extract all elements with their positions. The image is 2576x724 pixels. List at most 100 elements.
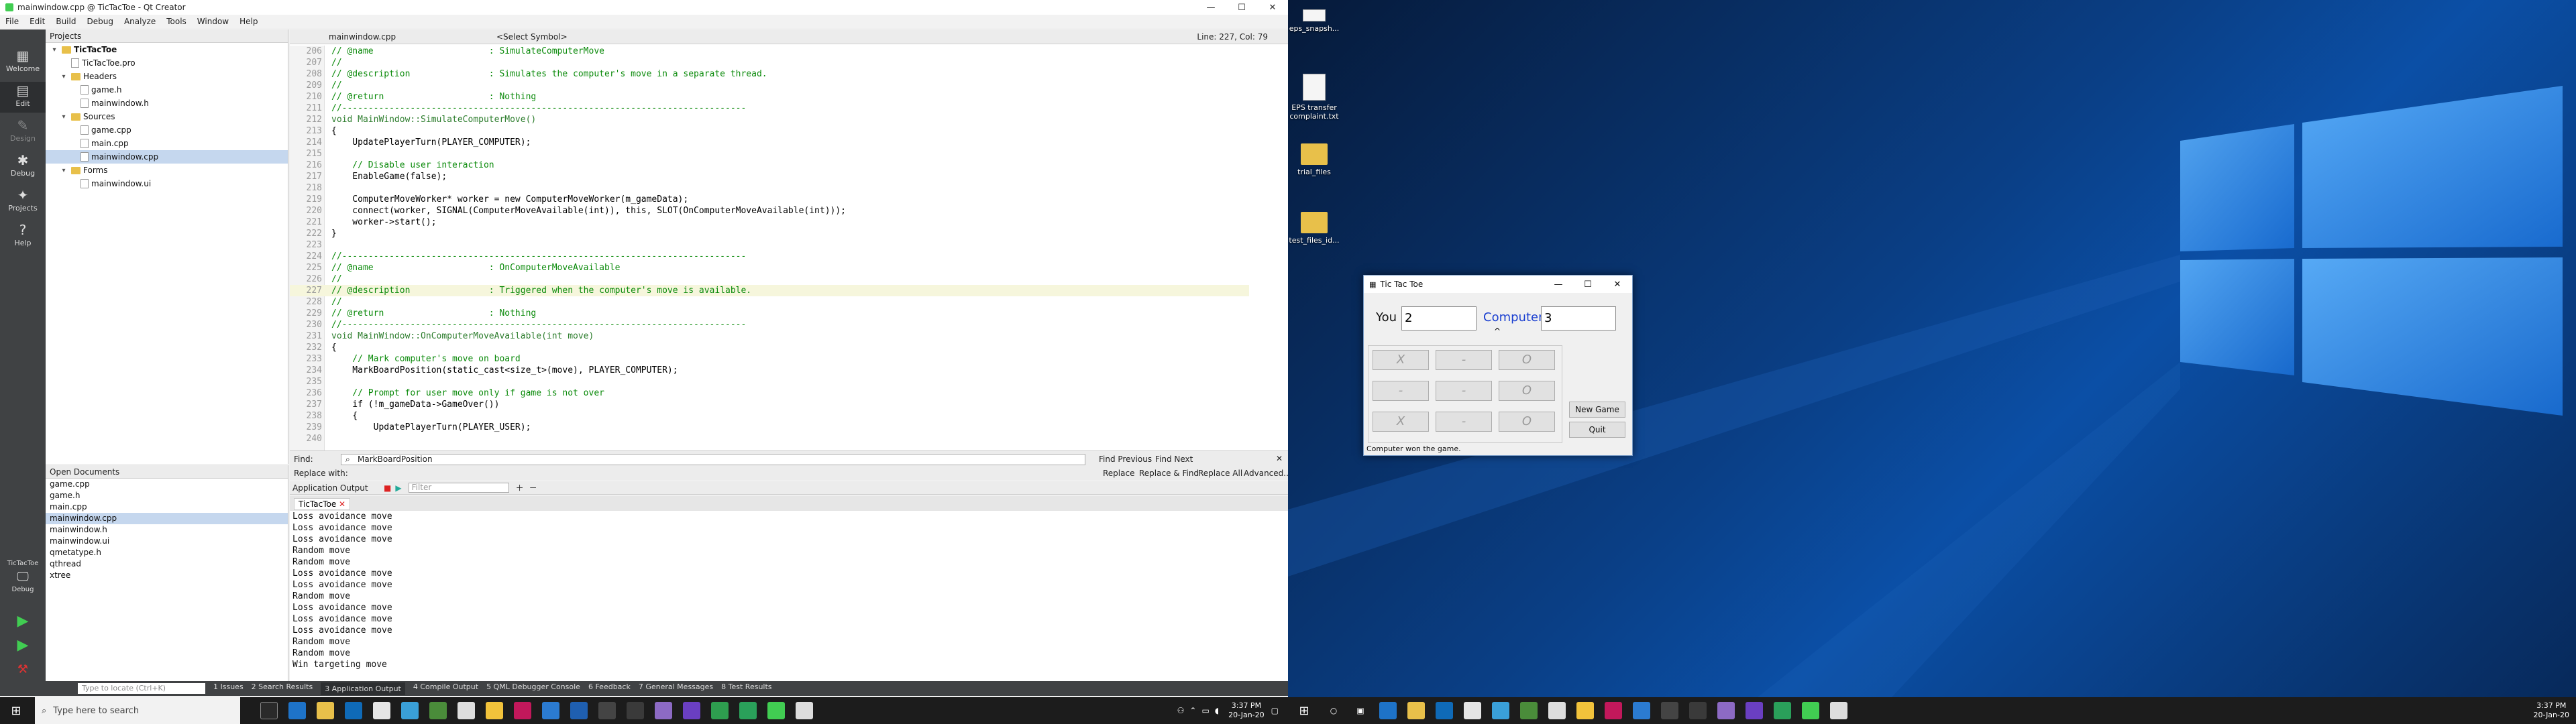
output-pane-tab[interactable]: 6 Feedback <box>588 682 631 695</box>
replace-find-button[interactable]: Replace & Find <box>1139 469 1199 478</box>
output-pane-tab[interactable]: 4 Compile Output <box>413 682 478 695</box>
advanced-button[interactable]: Advanced... <box>1244 469 1288 478</box>
tictactoe-app-icon[interactable] <box>1830 702 1847 719</box>
symbol-selector[interactable]: <Select Symbol> <box>496 32 631 42</box>
windows-start-icon[interactable]: ⊞ <box>1288 704 1320 718</box>
close-tab-icon[interactable]: ✕ <box>339 499 345 509</box>
volume-icon[interactable]: ◖ <box>1215 706 1219 715</box>
desktop-icon[interactable]: trial_files <box>1288 143 1340 176</box>
mode-edit[interactable]: ▤ Edit <box>0 82 46 113</box>
board-cell[interactable]: O <box>1499 381 1555 401</box>
close-find-icon[interactable]: ✕ <box>1276 454 1283 463</box>
calculator-icon[interactable] <box>458 702 475 719</box>
visual-studio-2-icon[interactable] <box>1746 702 1763 719</box>
zoom-out-icon[interactable]: － <box>529 482 537 493</box>
clock[interactable]: 3:37 PM 20-Jan-20 <box>2533 701 2569 720</box>
maximize-button[interactable]: ☐ <box>1573 280 1603 290</box>
visual-studio-2-icon[interactable] <box>683 702 700 719</box>
file-explorer-icon[interactable] <box>317 702 334 719</box>
board-cell[interactable]: X <box>1373 350 1429 370</box>
editor-file-selector[interactable]: mainwindow.cpp <box>329 32 449 42</box>
output-pane-tab[interactable]: 7 General Messages <box>639 682 713 695</box>
task-view-icon[interactable] <box>260 702 278 719</box>
app-icon-5[interactable] <box>1492 702 1509 719</box>
app-icon-11[interactable] <box>542 702 559 719</box>
app-icon-6[interactable] <box>1520 702 1538 719</box>
menu-analyze[interactable]: Analyze <box>119 17 161 26</box>
rerun-icon[interactable]: ▶ <box>395 483 401 493</box>
sticky-notes-icon[interactable] <box>486 702 503 719</box>
board-cell[interactable]: - <box>1436 350 1492 370</box>
clock[interactable]: 3:37 PM 20-Jan-20 <box>1228 701 1265 720</box>
menu-window[interactable]: Window <box>192 17 234 26</box>
board-cell[interactable]: X <box>1373 412 1429 432</box>
output-tab[interactable]: TicTacToe ✕ <box>294 498 351 510</box>
code-area[interactable]: 206// @name : SimulateComputerMove 207//2… <box>290 46 1288 450</box>
tree-item[interactable]: game.h <box>46 83 288 97</box>
expand-arrow-icon[interactable]: ▾ <box>59 113 68 121</box>
task-view-icon[interactable]: ▣ <box>1347 706 1374 715</box>
open-document-item[interactable]: qmetatype.h <box>46 547 288 558</box>
tree-item[interactable]: mainwindow.cpp <box>46 150 288 164</box>
tree-item[interactable]: main.cpp <box>46 137 288 150</box>
expand-arrow-icon[interactable]: ▾ <box>59 73 68 80</box>
replace-all-button[interactable]: Replace All <box>1198 469 1242 478</box>
app-icon-14[interactable] <box>627 702 644 719</box>
app-icon-10[interactable] <box>1633 702 1650 719</box>
cortana-icon[interactable]: ○ <box>1320 706 1347 715</box>
mode-debug[interactable]: ✱ Debug <box>0 152 46 182</box>
terminal-icon[interactable] <box>598 702 616 719</box>
qt-creator-icon[interactable] <box>1802 702 1819 719</box>
open-document-item[interactable]: game.cpp <box>46 479 288 490</box>
find-previous-button[interactable]: Find Previous <box>1099 455 1152 464</box>
tree-item[interactable]: game.cpp <box>46 123 288 137</box>
board-cell[interactable]: - <box>1436 381 1492 401</box>
new-game-button[interactable]: New Game <box>1569 402 1625 418</box>
board-cell[interactable]: O <box>1499 412 1555 432</box>
open-document-item[interactable]: mainwindow.h <box>46 524 288 536</box>
menu-edit[interactable]: Edit <box>24 17 50 26</box>
app-icon-15[interactable] <box>1774 702 1791 719</box>
output-pane-tab[interactable]: 2 Search Results <box>252 682 313 695</box>
find-next-button[interactable]: Find Next <box>1155 455 1193 464</box>
people-icon[interactable]: ⚇ <box>1177 706 1185 715</box>
minimize-button[interactable]: — <box>1195 3 1226 13</box>
replace-button[interactable]: Replace <box>1103 469 1134 478</box>
minimize-button[interactable]: — <box>1544 280 1573 290</box>
mode-projects[interactable]: ✦ Projects <box>0 186 46 217</box>
open-document-item[interactable]: mainwindow.cpp <box>46 513 288 524</box>
menu-debug[interactable]: Debug <box>81 17 118 26</box>
file-explorer-icon[interactable] <box>1407 702 1425 719</box>
run-button[interactable]: ▶ <box>0 613 46 636</box>
output-pane-tab[interactable]: 1 Issues <box>213 682 244 695</box>
app-icon-12[interactable] <box>570 702 588 719</box>
board-cell[interactable]: - <box>1373 381 1429 401</box>
mode-welcome[interactable]: ▦ Welcome <box>0 47 46 78</box>
terminal-icon[interactable] <box>1661 702 1678 719</box>
edge-icon[interactable] <box>288 702 306 719</box>
calculator-icon[interactable] <box>1548 702 1566 719</box>
mode-help[interactable]: ? Help <box>0 221 46 252</box>
open-document-item[interactable]: xtree <box>46 570 288 581</box>
desktop-icon[interactable]: eps_snapsh... <box>1288 9 1340 33</box>
tree-item[interactable]: mainwindow.h <box>46 97 288 110</box>
close-button[interactable]: ✕ <box>1257 3 1288 13</box>
menu-build[interactable]: Build <box>50 17 81 26</box>
tree-item[interactable]: ▾ Sources <box>46 110 288 123</box>
notifications-icon[interactable]: ▢ <box>1271 706 1279 715</box>
build-button[interactable]: ⚒ <box>0 661 46 684</box>
outlook-icon[interactable] <box>1436 702 1453 719</box>
edge-icon[interactable] <box>1379 702 1397 719</box>
open-document-item[interactable]: mainwindow.ui <box>46 536 288 547</box>
qt-creator-icon[interactable] <box>767 702 785 719</box>
app-icon-7[interactable] <box>429 702 447 719</box>
desktop-icon[interactable]: test_files_id... <box>1288 212 1340 245</box>
menu-help[interactable]: Help <box>234 17 263 26</box>
taskbar-search[interactable]: ⌕ Type here to search <box>35 697 240 724</box>
menu-tools[interactable]: Tools <box>161 17 192 26</box>
app-icon-9[interactable] <box>1605 702 1622 719</box>
tree-item[interactable]: ▾ Forms <box>46 164 288 177</box>
output-pane-tab[interactable]: 5 QML Debugger Console <box>486 682 580 695</box>
stop-icon[interactable]: ■ <box>384 483 391 493</box>
board-cell[interactable]: O <box>1499 350 1555 370</box>
